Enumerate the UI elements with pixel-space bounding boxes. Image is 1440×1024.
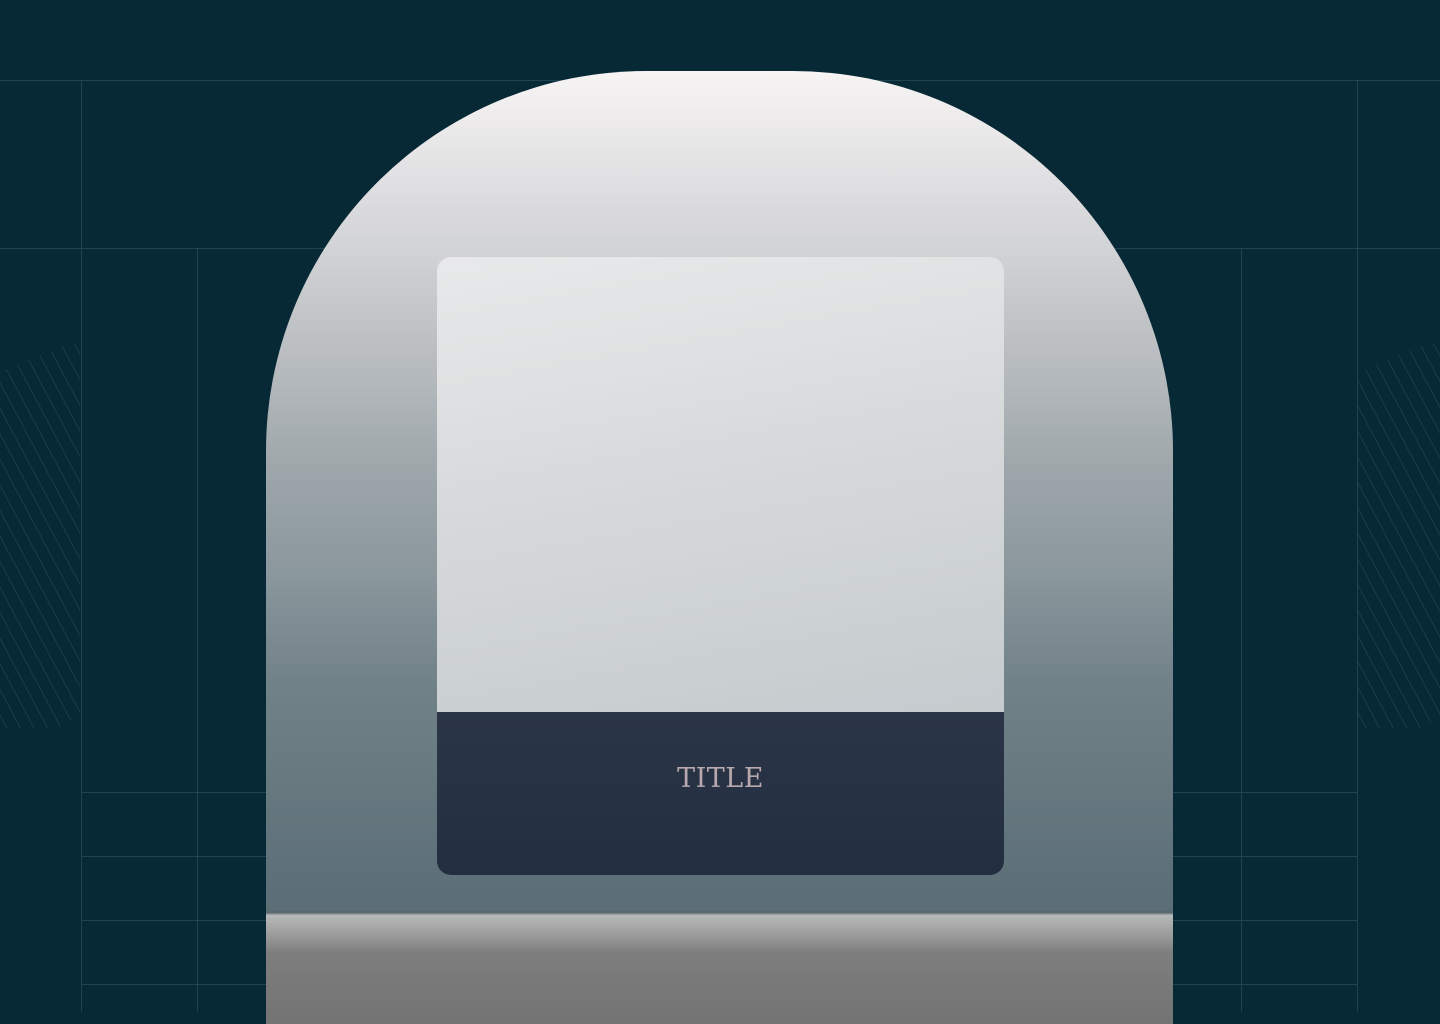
- card-footer: TITLE: [437, 712, 1004, 875]
- hatch-panel-left: [0, 344, 80, 728]
- card-image-placeholder: [437, 257, 1004, 712]
- hatch-panel-right: [1358, 344, 1440, 728]
- card-title: TITLE: [677, 763, 764, 794]
- title-card[interactable]: TITLE: [437, 257, 1004, 875]
